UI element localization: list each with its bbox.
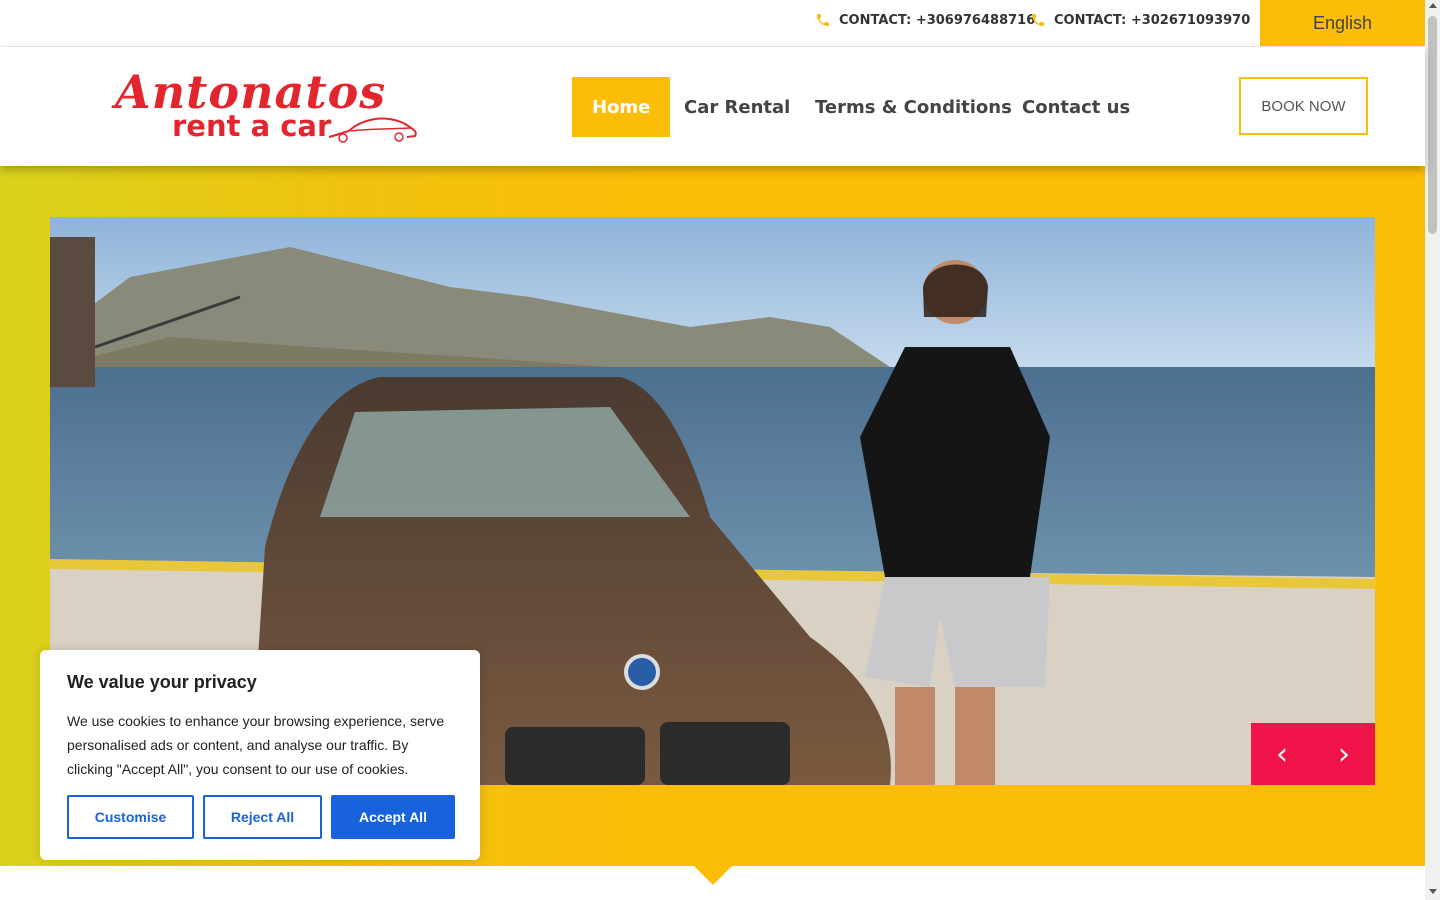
customise-button[interactable]: Customise: [67, 795, 194, 839]
scrollbar-thumb[interactable]: [1428, 16, 1437, 234]
scroll-down-icon[interactable]: [1429, 889, 1437, 894]
cookie-title: We value your privacy: [67, 672, 257, 692]
nav-contact-us[interactable]: Contact us: [1022, 77, 1130, 137]
car-outline-icon: [328, 117, 417, 143]
scroll-up-icon[interactable]: [1429, 3, 1437, 8]
slider-controls: ‹ ›: [1251, 723, 1375, 785]
accept-all-button[interactable]: Accept All: [331, 795, 455, 839]
contact-label: CONTACT: +302671093970: [1054, 12, 1251, 28]
contact-phone-2[interactable]: CONTACT: +302671093970: [1030, 12, 1250, 28]
contact-label: CONTACT: +306976488716: [839, 12, 1036, 28]
nav-car-rental[interactable]: Car Rental: [684, 77, 790, 137]
nav-home[interactable]: Home: [572, 77, 671, 137]
cookie-consent-banner: We value your privacy We use cookies to …: [40, 650, 480, 860]
site-header: Antonatos rent a car Home Car Rental Ter…: [0, 47, 1425, 166]
logo-subtitle: rent a car: [172, 109, 332, 143]
chevron-right-icon[interactable]: ›: [1313, 723, 1375, 785]
language-selector[interactable]: English: [1260, 0, 1425, 46]
top-bar: CONTACT: +306976488716 CONTACT: +3026710…: [0, 0, 1425, 47]
section-pointer: [694, 866, 732, 885]
phone-icon: [817, 14, 829, 26]
phone-icon: [1032, 14, 1044, 26]
cookie-description: We use cookies to enhance your browsing …: [67, 713, 445, 777]
contact-phone-1[interactable]: CONTACT: +306976488716: [815, 12, 1035, 28]
nav-terms-conditions[interactable]: Terms & Conditions: [815, 77, 1012, 137]
cookie-buttons: Customise Reject All Accept All: [67, 795, 455, 839]
chevron-left-icon[interactable]: ‹: [1251, 723, 1313, 785]
book-now-button[interactable]: BOOK NOW: [1239, 77, 1368, 135]
logo[interactable]: Antonatos rent a car: [115, 65, 420, 147]
reject-all-button[interactable]: Reject All: [203, 795, 322, 839]
